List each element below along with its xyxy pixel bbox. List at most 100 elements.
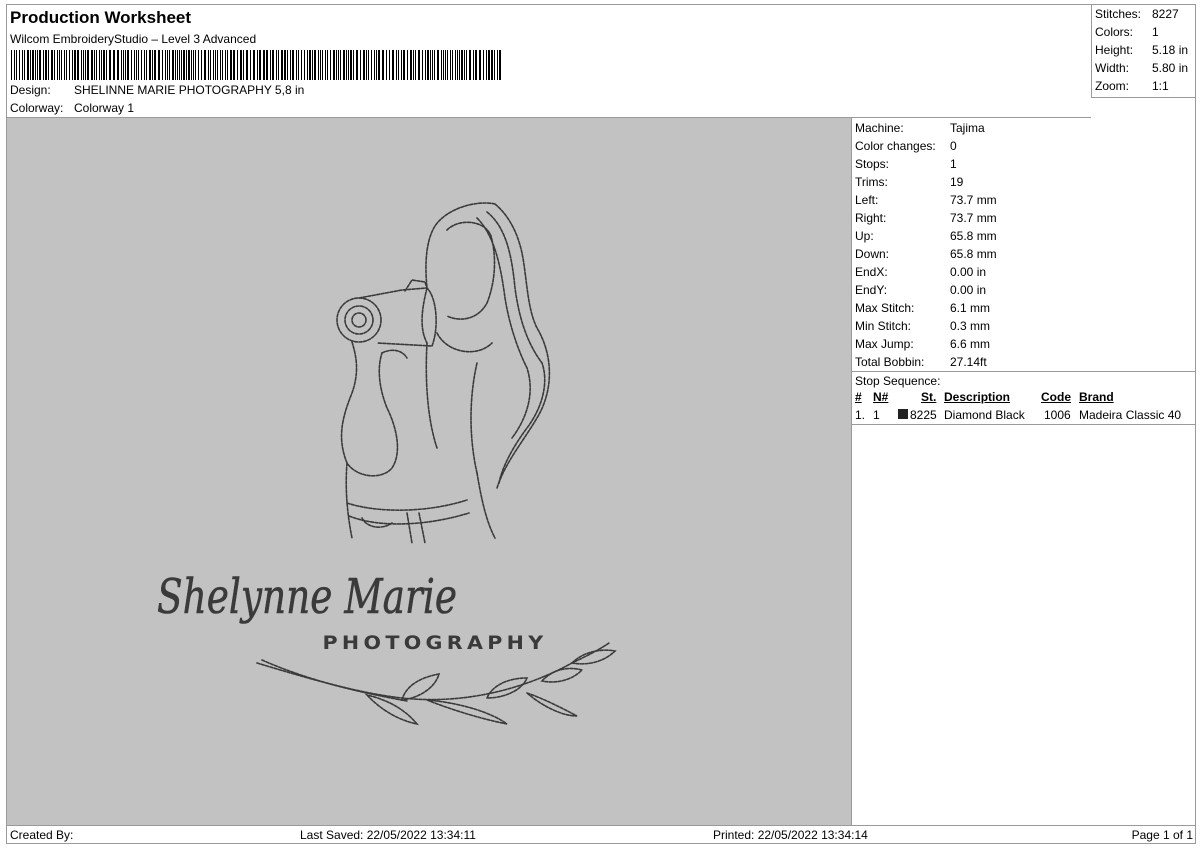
barcode-bar <box>183 50 185 80</box>
barcode-bar <box>413 50 414 80</box>
barcode-bar <box>123 50 124 80</box>
barcode-bar <box>403 50 405 80</box>
barcode-bar <box>186 50 187 80</box>
barcode-bar <box>287 50 288 80</box>
barcode-bar <box>447 50 448 80</box>
row-num: 1. <box>855 408 866 422</box>
info-label: Machine: <box>855 121 904 135</box>
stat-height: Height: 5.18 in <box>1095 43 1188 57</box>
worksheet-header: Production Worksheet Wilcom EmbroiderySt… <box>7 5 1091 118</box>
barcode-bar <box>11 50 12 80</box>
info-value: 65.8 mm <box>950 247 997 261</box>
barcode-bar <box>158 50 160 80</box>
info-machine: Machine: Tajima <box>855 119 985 137</box>
barcode-bar <box>215 50 216 80</box>
info-max-stitch: Max Stitch: 6.1 mm <box>855 299 990 317</box>
barcode-bar <box>276 50 277 80</box>
barcode-bar <box>81 50 82 80</box>
row-description: Diamond Black <box>944 408 1025 422</box>
barcode-bar <box>363 50 365 80</box>
info-label: Up: <box>855 229 874 243</box>
torso-outline <box>425 332 493 474</box>
barcode-bar <box>427 50 429 80</box>
info-label: Right: <box>855 211 887 225</box>
barcode-bar <box>368 50 369 80</box>
barcode-bar <box>452 50 453 80</box>
barcode-bar <box>336 50 337 80</box>
barcode-bar <box>346 50 347 80</box>
barcode-bar <box>175 50 176 80</box>
barcode-bar <box>45 50 47 80</box>
barcode-bar <box>204 50 206 80</box>
info-label: Total Bobbin: <box>855 355 925 369</box>
barcode-bar <box>348 50 349 80</box>
barcode-bar <box>292 50 294 80</box>
barcode-bar <box>318 50 319 80</box>
barcode-bar <box>177 50 178 80</box>
page-number: Page 1 of 1 <box>1131 828 1193 842</box>
barcode-bar <box>94 50 95 80</box>
printed-date: Printed: 22/05/2022 13:34:14 <box>713 828 868 842</box>
barcode-bar <box>210 50 211 80</box>
barcode-bar <box>99 50 100 80</box>
barcode-bar <box>121 50 122 80</box>
design-preview: Shelynne Marie PHOTOGRAPHY <box>7 118 852 825</box>
barcode-bar <box>270 50 271 80</box>
stat-label: Stitches: <box>1095 7 1142 21</box>
stat-value: 1 <box>1152 25 1159 39</box>
info-value: 65.8 mm <box>950 229 997 243</box>
page-title: Production Worksheet <box>10 8 192 27</box>
barcode-bar <box>172 50 174 80</box>
info-value: Tajima <box>950 121 985 135</box>
barcode-bar <box>340 50 341 80</box>
info-value: 27.14ft <box>950 355 987 369</box>
barcode-bar <box>35 50 36 80</box>
barcode-bar <box>389 50 390 80</box>
barcode-bar <box>113 50 115 80</box>
barcode-bar <box>455 50 456 80</box>
info-label: Max Stitch: <box>855 301 915 315</box>
info-value: 19 <box>950 175 964 189</box>
barcode-bar <box>125 50 126 80</box>
barcode-bar <box>39 50 41 80</box>
barcode-bar <box>144 50 145 80</box>
col-description: Description <box>944 390 1011 404</box>
barcode-bar <box>338 50 339 80</box>
stat-width: Width: 5.80 in <box>1095 61 1188 75</box>
barcode-bar <box>191 50 192 80</box>
barcode-bar <box>290 50 291 80</box>
barcode-bar <box>437 50 439 80</box>
barcode-bar <box>296 50 297 80</box>
stat-label: Colors: <box>1095 25 1134 39</box>
col-code: Code <box>1041 390 1071 404</box>
info-label: EndY: <box>855 283 888 297</box>
barcode-bar <box>127 50 129 80</box>
info-value: 0.00 in <box>950 283 987 297</box>
barcode-bar <box>106 50 107 80</box>
barcode-bar <box>208 50 209 80</box>
barcode-bar <box>240 50 242 80</box>
barcode-bar <box>343 50 345 80</box>
info-left: Left: 73.7 mm <box>855 191 997 209</box>
info-label: Max Jump: <box>855 337 914 351</box>
barcode-bar <box>213 50 214 80</box>
design-label: Design: <box>10 83 51 97</box>
barcode-bar <box>298 50 299 80</box>
software-name: Wilcom EmbroideryStudio – Level 3 Advanc… <box>10 32 257 46</box>
barcode-bar <box>217 50 218 80</box>
barcode-bar <box>486 50 487 80</box>
barcode-bar <box>374 50 375 80</box>
barcode-bar <box>136 50 137 80</box>
col-st: St. <box>921 390 937 404</box>
created-by: Created By: <box>10 828 74 842</box>
stat-stitches: Stitches: 8227 <box>1095 7 1179 21</box>
barcode-bar <box>101 50 102 80</box>
barcode-bar <box>54 50 55 80</box>
barcode-bar <box>253 50 255 80</box>
barcode-bar <box>103 50 105 80</box>
barcode-bar <box>327 50 328 80</box>
barcode-bar <box>222 50 223 80</box>
barcode-bar <box>407 50 408 80</box>
info-label: Color changes: <box>855 139 936 153</box>
barcode-bar <box>188 50 190 80</box>
